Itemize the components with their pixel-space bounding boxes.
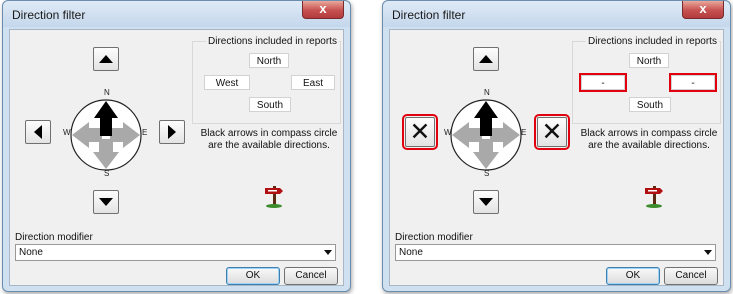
arrow-down-icon — [479, 198, 493, 206]
direction-east: East — [291, 75, 335, 90]
compass-label-n: N — [484, 88, 490, 97]
compass-label-w: W — [63, 128, 71, 137]
south-button[interactable] — [93, 190, 119, 214]
arrow-right-icon — [168, 125, 176, 139]
compass-label-e: E — [142, 128, 148, 137]
direction-modifier-select[interactable]: None — [395, 244, 716, 261]
arrow-up-icon — [479, 55, 493, 63]
direction-filter-dialog-original: Direction filter x N W E S Directions in… — [2, 0, 351, 292]
compass-label-s: S — [484, 169, 490, 178]
arrow-down-icon — [99, 198, 113, 206]
north-button[interactable] — [93, 47, 119, 71]
title-bar: Direction filter x — [383, 1, 730, 27]
title-bar: Direction filter x — [3, 1, 350, 27]
directions-group-label: Directions included in reports — [586, 36, 719, 47]
direction-filter-dialog-modified: Direction filter x ✕ ✕ N W E S Direction… — [382, 0, 731, 292]
dialog-body: N W E S Directions included in reports N… — [9, 29, 344, 286]
directions-group-label: Directions included in reports — [206, 36, 339, 47]
arrow-up-icon — [99, 55, 113, 63]
close-button[interactable]: x — [302, 1, 344, 19]
direction-west: - — [579, 73, 627, 92]
dialog-body: ✕ ✕ N W E S Directions included in repor… — [389, 29, 724, 286]
compass-icon — [450, 99, 522, 171]
x-mark-icon: ✕ — [541, 117, 563, 146]
compass-label-s: S — [104, 169, 110, 178]
dialog-title: Direction filter — [12, 8, 86, 22]
dropdown-arrow-icon — [324, 250, 332, 255]
compass-label-n: N — [104, 88, 110, 97]
cancel-button[interactable]: Cancel — [284, 267, 338, 285]
direction-modifier-select[interactable]: None — [15, 244, 336, 261]
south-button[interactable] — [473, 190, 499, 214]
ok-button[interactable]: OK — [606, 267, 660, 285]
ok-button[interactable]: OK — [226, 267, 280, 285]
direction-modifier-value: None — [19, 247, 43, 258]
signpost-icon — [265, 186, 283, 208]
direction-modifier-label: Direction modifier — [15, 232, 93, 243]
compass-label-w: W — [444, 128, 452, 137]
close-button[interactable]: x — [682, 1, 724, 19]
direction-modifier-value: None — [399, 247, 423, 258]
direction-south: South — [249, 97, 291, 112]
direction-west: West — [204, 75, 250, 90]
compass-note: Black arrows in compass circle are the a… — [200, 128, 338, 151]
compass-note: Black arrows in compass circle are the a… — [580, 128, 718, 151]
direction-north: North — [249, 53, 289, 68]
arrow-left-icon — [34, 125, 42, 139]
dialog-title: Direction filter — [392, 8, 466, 22]
directions-group: Directions included in reports North Wes… — [192, 36, 341, 124]
west-button-disabled[interactable]: ✕ — [402, 114, 438, 150]
direction-east: - — [669, 73, 717, 92]
west-button[interactable] — [25, 120, 51, 144]
east-button[interactable] — [159, 120, 185, 144]
compass-icon — [70, 99, 142, 171]
dropdown-arrow-icon — [704, 250, 712, 255]
north-button[interactable] — [473, 47, 499, 71]
directions-group: Directions included in reports North - -… — [572, 36, 721, 124]
direction-south: South — [629, 97, 671, 112]
cancel-button[interactable]: Cancel — [664, 267, 718, 285]
direction-modifier-label: Direction modifier — [395, 232, 473, 243]
direction-north: North — [629, 53, 669, 68]
signpost-icon — [645, 186, 663, 208]
east-button-disabled[interactable]: ✕ — [534, 114, 570, 150]
compass-label-e: E — [521, 128, 527, 137]
x-mark-icon: ✕ — [409, 117, 431, 146]
